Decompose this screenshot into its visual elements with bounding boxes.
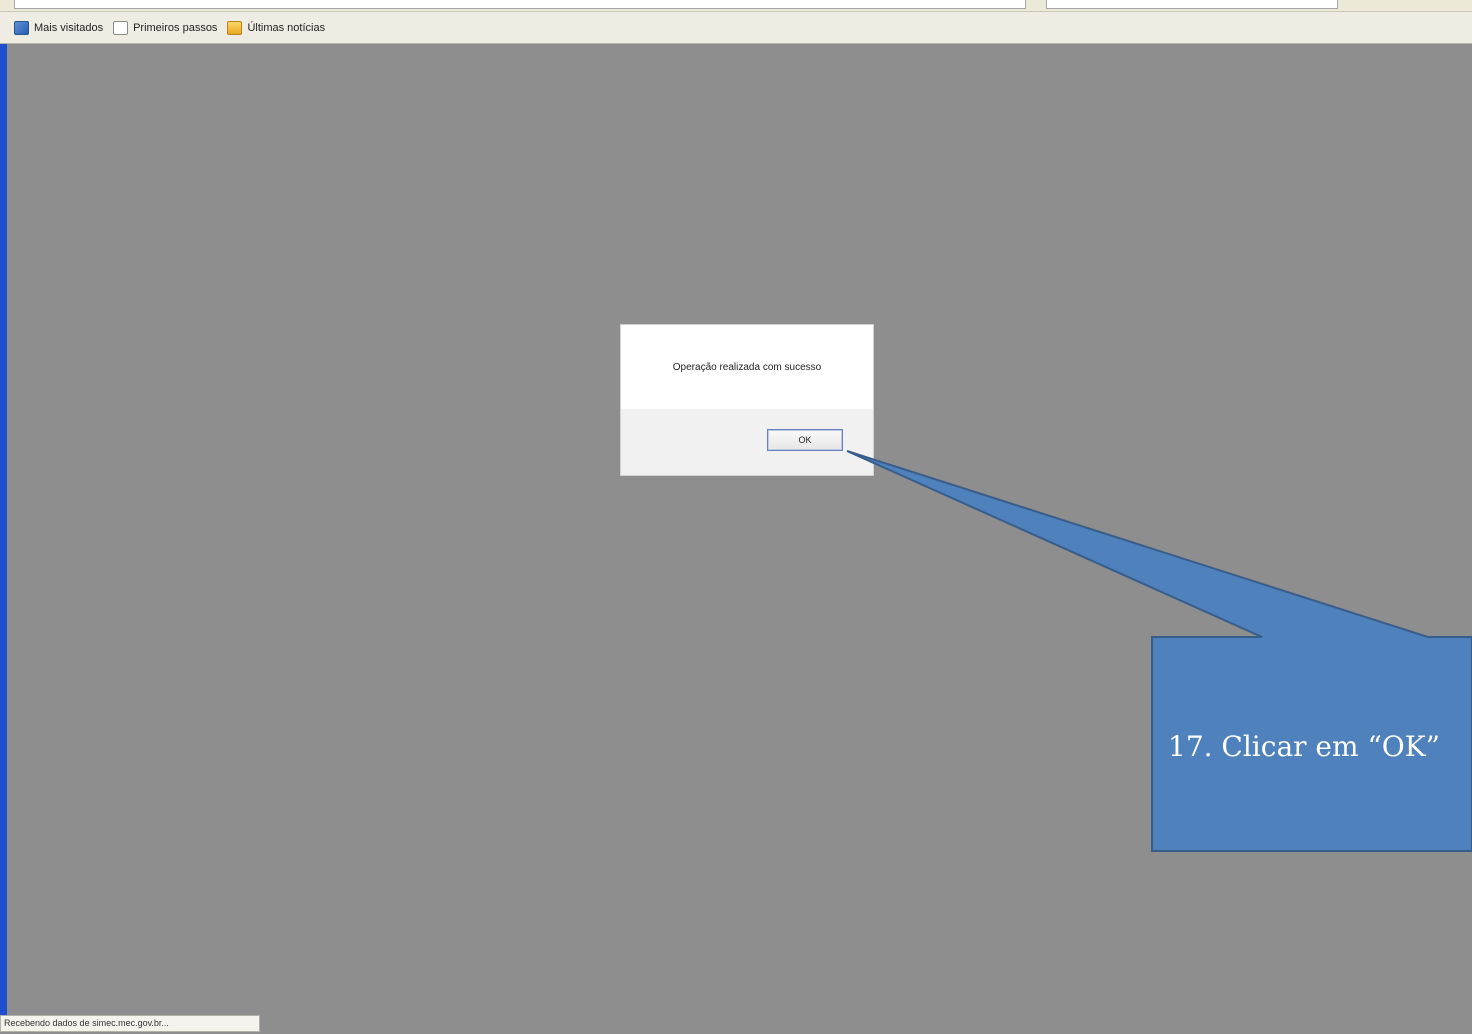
bookmark-mais-visitados[interactable]: Mais visitados	[14, 20, 104, 35]
bookmarks-toolbar: Mais visitados Primeiros passos Últimas …	[0, 12, 1472, 44]
bookmark-ultimas-noticias[interactable]: Últimas notícias	[227, 20, 326, 35]
page-icon	[113, 20, 129, 35]
status-text: Recebendo dados de simec.mec.gov.br...	[0, 1015, 260, 1032]
dialog-footer: OK	[621, 409, 873, 475]
bookmark-primeiros-passos[interactable]: Primeiros passos	[113, 20, 218, 35]
window-frame-left	[0, 44, 7, 1034]
dialog-message: Operação realizada com sucesso	[672, 361, 822, 373]
alert-dialog: Operação realizada com sucesso OK	[621, 325, 873, 475]
bookmark-label: Mais visitados	[34, 21, 104, 34]
callout-text: 17. Clicar em “OK”	[1168, 730, 1440, 763]
bookmark-label: Últimas notícias	[247, 21, 326, 34]
dialog-message-area: Operação realizada com sucesso	[621, 325, 873, 409]
status-bar: Recebendo dados de simec.mec.gov.br...	[0, 1015, 1472, 1034]
bookmark-folder-icon	[14, 20, 29, 35]
bookmark-label: Primeiros passos	[133, 21, 218, 34]
callout-text-area: 17. Clicar em “OK”	[1152, 637, 1472, 851]
address-bar[interactable]	[14, 0, 1026, 9]
page-overlay-backdrop	[7, 45, 1472, 1015]
navigation-toolbar	[0, 0, 1472, 12]
ok-button[interactable]: OK	[767, 429, 843, 451]
search-bar[interactable]	[1046, 0, 1338, 9]
rss-folder-icon	[227, 20, 243, 35]
browser-window: Mais visitados Primeiros passos Últimas …	[0, 0, 1472, 1034]
